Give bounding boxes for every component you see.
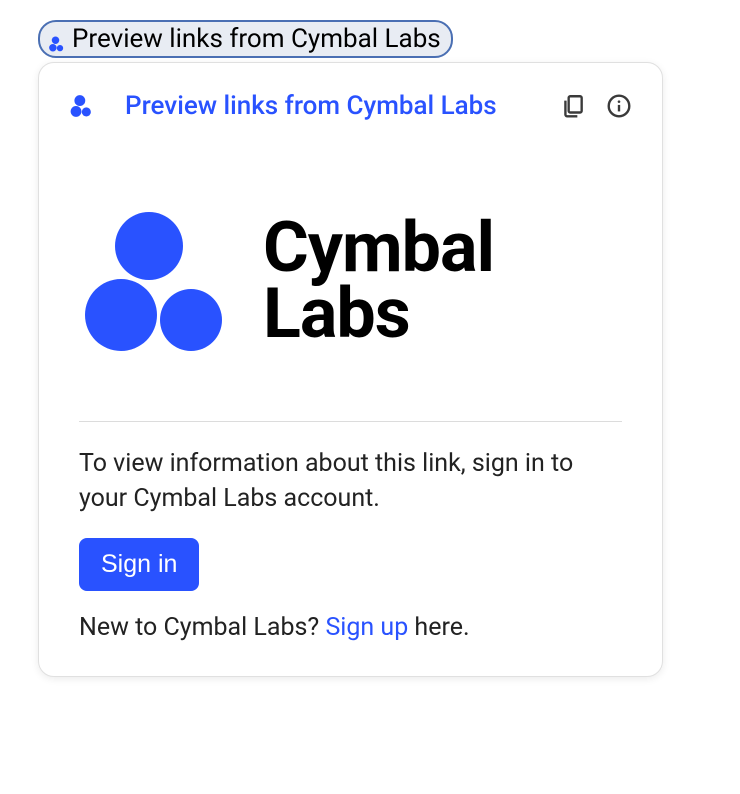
card-title: Preview links from Cymbal Labs — [125, 91, 560, 121]
card-header: Preview links from Cymbal Labs — [39, 91, 662, 121]
logo-text-line1: Cymbal — [263, 215, 494, 282]
preview-card: Preview links from Cymbal Labs — [38, 62, 663, 677]
logo-text: Cymbal Labs — [263, 215, 494, 348]
body-section: To view information about this link, sig… — [39, 446, 662, 642]
preview-chip-label: Preview links from Cymbal Labs — [72, 24, 441, 54]
divider — [79, 421, 622, 422]
logo-text-line2: Labs — [263, 281, 494, 348]
signup-prefix: New to Cymbal Labs? — [79, 613, 325, 642]
cymbal-logo-mark — [79, 211, 239, 351]
signin-button[interactable]: Sign in — [79, 538, 199, 591]
copy-icon[interactable] — [560, 93, 586, 119]
preview-chip[interactable]: Preview links from Cymbal Labs — [38, 20, 453, 58]
cymbal-logo-icon — [48, 30, 66, 48]
logo-section: Cymbal Labs — [39, 121, 662, 421]
header-actions — [560, 93, 632, 119]
info-icon[interactable] — [606, 93, 632, 119]
signup-text: New to Cymbal Labs? Sign up here. — [79, 613, 622, 642]
signup-suffix: here. — [408, 613, 469, 642]
cymbal-logo-icon — [69, 93, 95, 119]
signup-link[interactable]: Sign up — [325, 613, 408, 642]
instruction-text: To view information about this link, sig… — [79, 446, 622, 516]
